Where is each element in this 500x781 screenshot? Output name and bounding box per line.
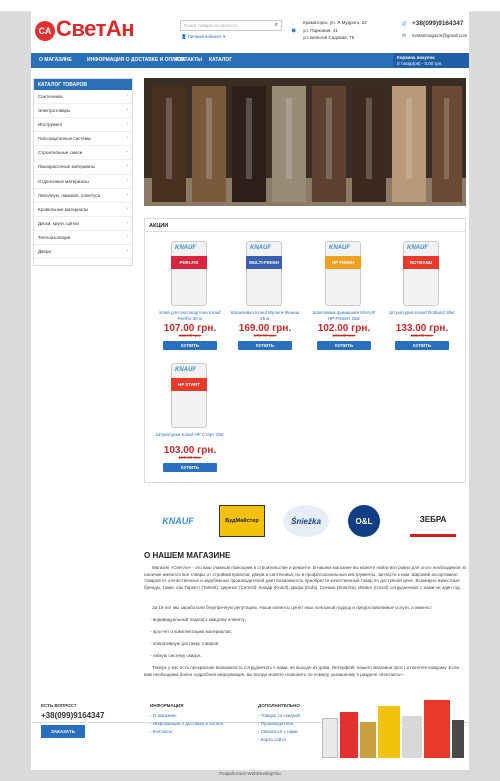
footer-info-title: ИНФОРМАЦИЯ — [150, 703, 184, 708]
about-list-item: - просчет и комплектацию материалов; — [150, 629, 232, 634]
sale-section: АКЦИИ KNAUF PERLFIX Клей для гипсокартона… — [144, 218, 466, 483]
about-list-item: - гибкую систему скидок. — [150, 653, 202, 658]
chevron-right-icon: › — [126, 191, 128, 198]
product-old-price: 172.00 грн. — [253, 333, 277, 338]
footer-link[interactable]: › Производители — [258, 721, 293, 726]
chevron-right-icon: › — [126, 93, 128, 99]
sidebar-item[interactable]: Кровельные материалы › — [34, 203, 132, 217]
chevron-right-icon: › — [126, 149, 128, 156]
chevron-right-icon: › — [126, 121, 128, 128]
nav-delivery[interactable]: ИНФОРМАЦИЯ О ДОСТАВКЕ И ОПЛАТЕ — [87, 57, 185, 63]
sidebar-item[interactable]: Отделочные материалы › — [34, 175, 132, 189]
brand-logo-ol[interactable]: O&L — [348, 505, 380, 537]
mail-icon: ✉ — [402, 33, 407, 39]
footer-link[interactable]: › Контакты — [150, 729, 172, 734]
footer-phone[interactable]: +38(099)9164347 — [41, 711, 104, 720]
footer-products-image — [320, 698, 466, 760]
order-call-button[interactable]: ЗАКАЗАТЬ ЗВОНОК — [41, 725, 85, 747]
product-image[interactable]: KNAUF HP FINISH — [325, 241, 361, 306]
account-link[interactable]: 👤 Личный кабинет ▾ — [181, 34, 225, 40]
product-image[interactable]: KNAUF ROTBAND — [403, 241, 439, 306]
search-icon[interactable]: ⌕ — [275, 22, 278, 29]
chevron-right-icon: › — [126, 219, 128, 226]
address-1: Краматорск, ул. Я.Мудрого, 22 — [303, 20, 367, 25]
about-title: О НАШЕМ МАГАЗИНЕ — [144, 551, 231, 560]
nav-about[interactable]: О МАГАЗИНЕ — [39, 57, 72, 63]
buy-button[interactable]: КУПИТЬ — [395, 341, 449, 350]
catalog-sidebar: КАТАЛОГ ТОВАРОВ Сантехника › Электротовар… — [33, 78, 133, 266]
footer-link[interactable]: › Связаться с нами — [258, 729, 298, 734]
about-paragraph: Теперь у вас есть прекрасная возможность… — [144, 665, 459, 677]
sidebar-item[interactable]: Гипсокартонные системы › — [34, 132, 132, 147]
sidebar-item[interactable]: Линолеум, ламинат, плинтуса › — [34, 189, 132, 203]
phone-icon: ✆ — [402, 22, 408, 28]
location-icon: ● — [291, 25, 297, 35]
chevron-right-icon: › — [126, 135, 128, 142]
product-image[interactable]: KNAUF MULTI-FINISH — [246, 241, 282, 306]
address-2: ул. Парковая, 41 — [303, 28, 338, 33]
sidebar-item[interactable]: Двери › — [34, 245, 132, 260]
logo-badge[interactable]: СА — [35, 21, 55, 41]
sale-title: АКЦИИ — [145, 219, 465, 232]
brand-logo-budmaister[interactable]: БудМайстер — [219, 505, 265, 537]
product-old-price: 105.00 грн. — [332, 333, 356, 338]
product-old-price: 112.00 грн. — [178, 333, 202, 338]
chevron-right-icon: › — [126, 163, 128, 170]
sidebar-item[interactable]: Диски, круги, щётки › — [34, 217, 132, 231]
brand-logo-zebra[interactable]: ЗЕБРА — [410, 505, 456, 537]
product-name[interactable]: Клей для гипсокартона Knauf PerlFix 30 к… — [155, 310, 225, 322]
sidebar-item[interactable]: Сантехника › — [34, 90, 132, 105]
chevron-right-icon: › — [126, 248, 128, 255]
brand-logo-knauf[interactable]: KNAUF — [158, 505, 198, 537]
product-old-price: 135.00 грн. — [410, 333, 434, 338]
product-name[interactable]: Штукатурка Knauf Rotband 30кг — [387, 310, 457, 316]
chevron-right-icon: › — [126, 107, 128, 114]
product-name[interactable]: Шпатлевка финишная KNAUF HP-FINISH 25кг — [309, 310, 379, 322]
chevron-right-icon: › — [126, 233, 128, 240]
sidebar-title: КАТАЛОГ ТОВАРОВ — [34, 79, 132, 90]
nav-catalog[interactable]: КАТАЛОГ — [209, 57, 232, 63]
product-image[interactable]: KNAUF PERLFIX — [171, 241, 207, 306]
about-paragraph: За 19 лет мы заработали безупречную репу… — [152, 605, 432, 610]
copyright: Разработано WebDevelopYou — [219, 771, 281, 776]
search-input[interactable]: Поиск товара по каталогу ⌕ — [180, 20, 282, 31]
sidebar-item[interactable]: Строительные смеси › — [34, 146, 132, 161]
sidebar-item[interactable]: Электротовары › — [34, 104, 132, 119]
address-3: ул. Бельгия Садовая, 75 — [303, 35, 355, 40]
product-old-price: 120.00 грн. — [178, 455, 202, 460]
product-image[interactable]: KNAUF HP START — [171, 363, 207, 428]
buy-button[interactable]: КУПИТЬ — [163, 463, 217, 472]
about-list-item: - индивидуальный подход к каждому клиент… — [150, 617, 246, 622]
about-list-item: - оперативную доставку товаров; — [150, 641, 220, 646]
sidebar-item[interactable]: Инструмент › — [34, 118, 132, 133]
cart-widget[interactable]: Корзина покупок 0 товар(ов) - 0.00 грн. — [393, 53, 469, 68]
nav-contacts[interactable]: КОНТАКТЫ — [174, 57, 202, 63]
brand-logo-sniezka[interactable]: Śnieżka — [283, 505, 329, 537]
header-phone[interactable]: +38(099)9164347 — [412, 20, 464, 27]
buy-button[interactable]: КУПИТЬ — [317, 341, 371, 350]
footer-question: ЕСТЬ ВОПРОС? — [41, 703, 77, 708]
product-name[interactable]: Шпаклевка Knauf Мульти-Финиш 25 кг — [230, 310, 300, 322]
user-icon: 👤 — [181, 34, 187, 39]
product-name[interactable]: Штукатурка Knauf HP Старт 30кг — [155, 432, 225, 438]
sidebar-item[interactable]: Лакокрасочные материалы › — [34, 160, 132, 175]
buy-button[interactable]: КУПИТЬ — [163, 341, 217, 350]
chevron-right-icon: › — [126, 177, 128, 184]
footer-extra-title: ДОПОЛНИТЕЛЬНО — [258, 703, 300, 708]
header-email[interactable]: svetanmagazin@gmail.com — [412, 33, 467, 38]
sidebar-item[interactable]: Теплоизоляция › — [34, 231, 132, 246]
about-paragraph: Магазин «СветАн» - это ваш главный помощ… — [144, 565, 467, 590]
buy-button[interactable]: КУПИТЬ — [238, 341, 292, 350]
footer-link[interactable]: › О магазине — [150, 713, 177, 718]
logo-text[interactable]: СветАн — [56, 16, 135, 42]
chevron-right-icon: › — [126, 205, 128, 212]
footer-link[interactable]: › Информация о доставке и оплате — [150, 721, 224, 726]
footer-link[interactable]: › Товары со скидкой — [258, 713, 300, 718]
hero-banner-doors[interactable] — [144, 78, 466, 206]
footer-link[interactable]: › Карта сайта — [258, 737, 286, 742]
